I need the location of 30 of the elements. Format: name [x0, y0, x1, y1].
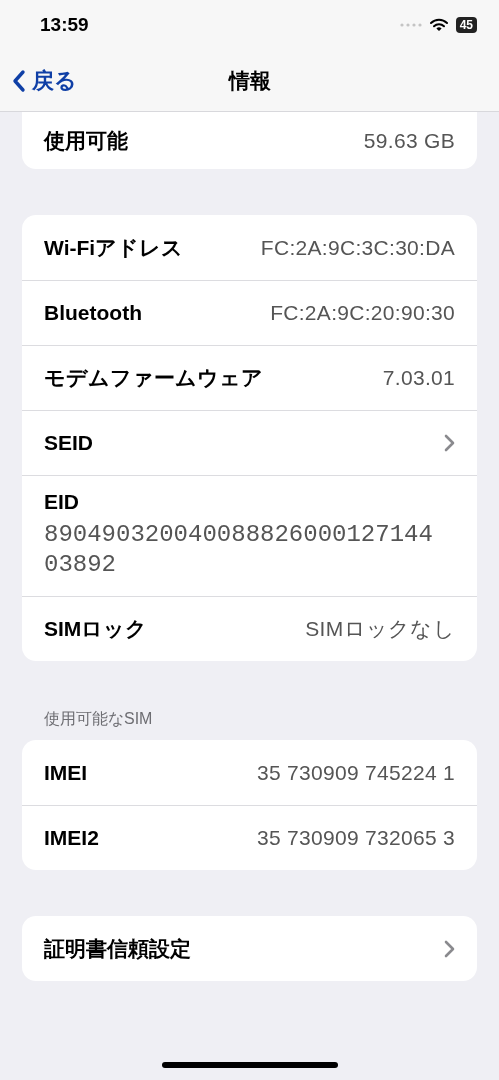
row-label: 使用可能	[44, 127, 128, 154]
battery-level: 45	[455, 17, 477, 33]
list-item[interactable]: 証明書信頼設定	[22, 916, 477, 981]
row-label: Wi-Fiアドレス	[44, 234, 184, 261]
row-value: 89049032004008882600012714403892	[44, 520, 433, 580]
row-value: SIMロックなし	[305, 616, 455, 642]
chevron-icon	[444, 939, 455, 958]
signal-icon	[399, 23, 422, 27]
row-label: IMEI2	[44, 826, 99, 850]
row-label: モデムファームウェア	[44, 365, 263, 391]
row-value: FC:2A:9C:3C:30:DA	[260, 235, 455, 260]
row-label: EID	[44, 490, 79, 514]
list-item[interactable]: SEID	[22, 410, 477, 475]
chevron-icon	[444, 434, 455, 452]
row-value: 59.63 GB	[363, 128, 455, 153]
row-value: 35 730909 732065 3	[256, 826, 455, 850]
section-header: 使用可能なSIM	[44, 709, 153, 729]
status-time: 13:59	[40, 14, 89, 36]
row-label: IMEI	[44, 760, 88, 785]
row-label: SEID	[44, 431, 93, 455]
row-label: 証明書信頼設定	[44, 935, 191, 962]
row-value: 7.03.01	[382, 366, 455, 390]
row-label: Bluetooth	[44, 301, 142, 325]
wifi-icon	[429, 18, 448, 32]
nav-title: 情報	[228, 67, 271, 94]
row-label: SIMロック	[44, 616, 148, 642]
back-button[interactable]: 戻る	[12, 65, 77, 96]
row-value: FC:2A:9C:20:90:30	[270, 301, 455, 325]
back-chevron-icon	[12, 68, 26, 93]
row-value: 35 730909 745224 1	[256, 760, 455, 785]
